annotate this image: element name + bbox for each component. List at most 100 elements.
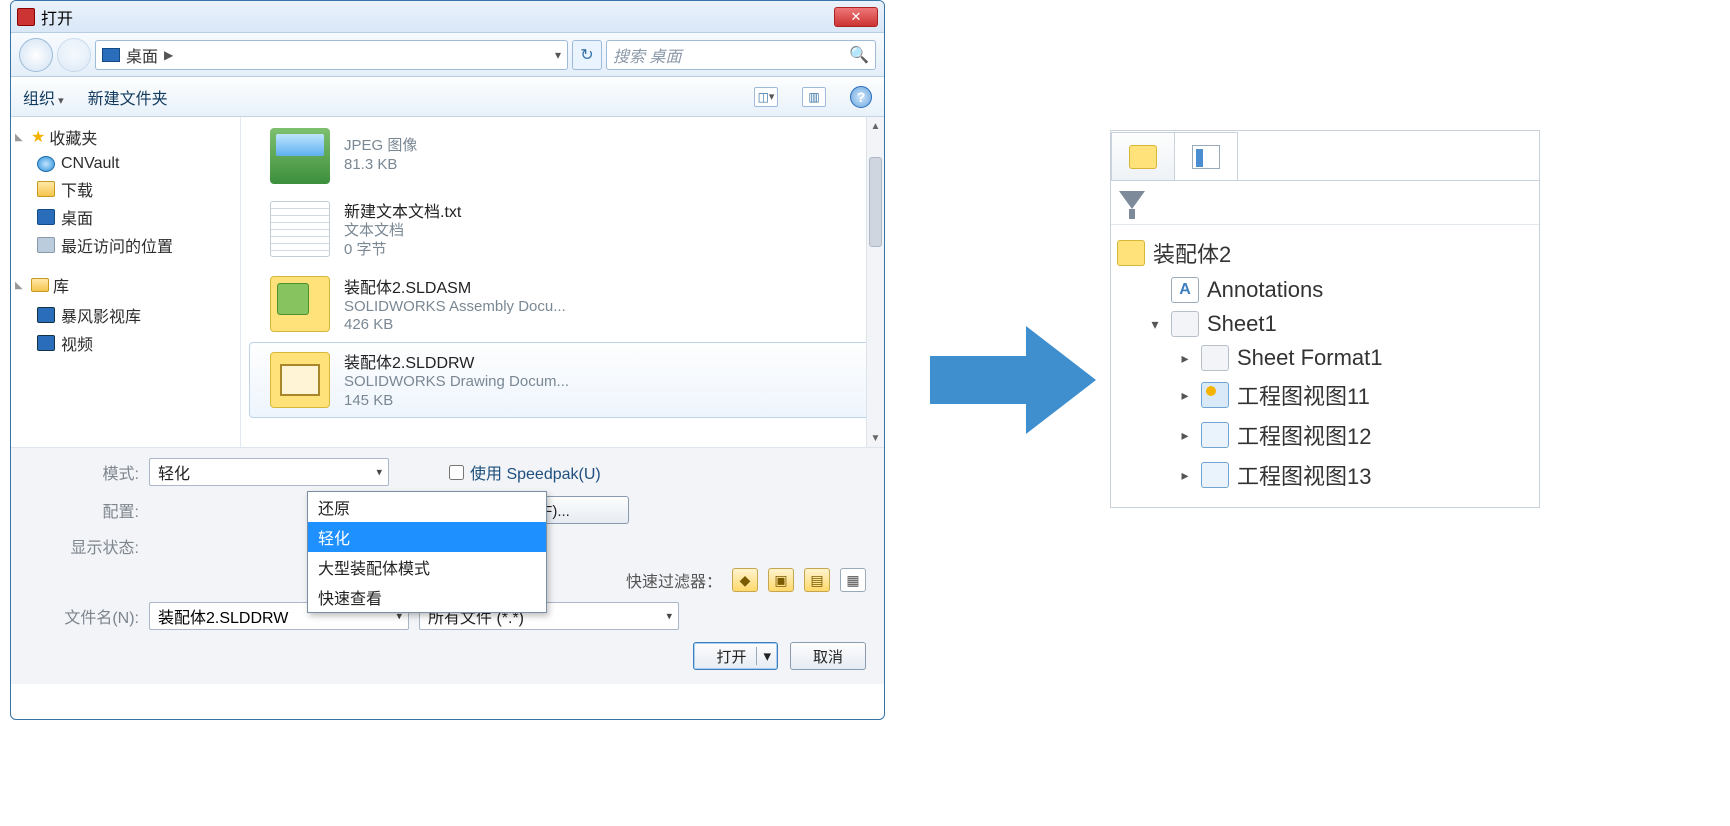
scroll-thumb[interactable] bbox=[869, 157, 882, 247]
filter-toplevel-icon[interactable]: ▦ bbox=[840, 568, 866, 592]
speedpak-checkbox-input[interactable] bbox=[449, 465, 464, 480]
filter-parts-icon[interactable]: ◆ bbox=[732, 568, 758, 592]
address-dropdown-icon[interactable]: ▾ bbox=[555, 48, 561, 62]
organize-menu[interactable]: 组织 bbox=[23, 85, 64, 109]
file-row-jpeg[interactable]: JPEG 图像 81.3 KB bbox=[249, 121, 876, 191]
file-row-sldasm[interactable]: 装配体2.SLDASM SOLIDWORKS Assembly Docu... … bbox=[249, 267, 876, 343]
tree-node-annotations[interactable]: Annotations bbox=[1117, 273, 1533, 307]
assembly-file-icon bbox=[270, 276, 330, 332]
drawing-file-icon bbox=[270, 352, 330, 408]
sidebar-libraries-header[interactable]: 库 bbox=[15, 273, 236, 297]
tree-filter-row[interactable] bbox=[1111, 181, 1539, 225]
nav-back-button[interactable] bbox=[19, 38, 53, 72]
drawing-tab-icon bbox=[1129, 145, 1157, 169]
dialog-title: 打开 bbox=[41, 5, 73, 29]
file-row-slddrw[interactable]: 装配体2.SLDDRW SOLIDWORKS Drawing Docum... … bbox=[249, 342, 876, 418]
drawing-view-icon bbox=[1201, 382, 1229, 408]
annotations-icon bbox=[1171, 277, 1199, 303]
text-file-icon bbox=[270, 201, 330, 257]
breadcrumb[interactable]: 桌面 bbox=[126, 43, 158, 67]
tab-feature-manager[interactable] bbox=[1111, 132, 1175, 180]
view-mode-button[interactable]: ◫ bbox=[754, 87, 778, 107]
quick-filter-label: 快速过滤器： bbox=[626, 568, 722, 592]
folder-icon bbox=[37, 181, 55, 197]
drawing-view-icon bbox=[1201, 422, 1229, 448]
new-folder-button[interactable]: 新建文件夹 bbox=[88, 85, 168, 109]
tree-tabs bbox=[1111, 131, 1539, 181]
sidebar-item-recent[interactable]: 最近访问的位置 bbox=[15, 231, 236, 259]
mode-option-large[interactable]: 大型装配体模式 bbox=[308, 552, 546, 582]
library-icon bbox=[31, 278, 49, 292]
sidebar-item-bfvideo[interactable]: 暴风影视库 bbox=[15, 301, 236, 329]
tab-property-manager[interactable] bbox=[1174, 132, 1238, 180]
drawing-root-icon bbox=[1117, 240, 1145, 266]
sidebar-item-desktop[interactable]: 桌面 bbox=[15, 203, 236, 231]
scroll-up-icon[interactable]: ▲ bbox=[867, 117, 884, 135]
sidebar-item-downloads[interactable]: 下载 bbox=[15, 175, 236, 203]
mode-option-light[interactable]: 轻化 bbox=[308, 522, 546, 552]
list-tab-icon bbox=[1192, 145, 1220, 169]
cancel-button[interactable]: 取消 bbox=[790, 642, 866, 670]
open-button[interactable]: 打开 ▾ bbox=[693, 642, 778, 670]
config-label: 配置: bbox=[29, 498, 139, 522]
filter-assemblies-icon[interactable]: ▣ bbox=[768, 568, 794, 592]
mode-option-quick[interactable]: 快速查看 bbox=[308, 582, 546, 612]
collapse-icon[interactable]: ▾ bbox=[1147, 316, 1163, 333]
open-file-dialog: 打开 ✕ 桌面 ▶ ▾ ↻ 搜索 桌面 🔍 组织 新建文件夹 ◫ ▥ ? bbox=[10, 0, 885, 720]
sidebar-item-videos[interactable]: 视频 bbox=[15, 329, 236, 357]
search-input[interactable]: 搜索 桌面 🔍 bbox=[606, 40, 876, 70]
tree-node-view11[interactable]: ▸ 工程图视图11 bbox=[1117, 375, 1533, 415]
help-button[interactable]: ? bbox=[850, 86, 872, 108]
titlebar[interactable]: 打开 ✕ bbox=[11, 1, 884, 33]
toolbar: 组织 新建文件夹 ◫ ▥ ? bbox=[11, 77, 884, 117]
expand-icon[interactable]: ▸ bbox=[1177, 427, 1193, 444]
dialog-body: ★ 收藏夹 CNVault 下载 桌面 最近访问的位置 库 暴风影视库 视频 bbox=[11, 117, 884, 447]
expand-icon[interactable]: ▸ bbox=[1177, 467, 1193, 484]
tree-node-sheet1[interactable]: ▾ Sheet1 bbox=[1117, 307, 1533, 341]
sidebar: ★ 收藏夹 CNVault 下载 桌面 最近访问的位置 库 暴风影视库 视频 bbox=[11, 117, 241, 447]
tree-node-view12[interactable]: ▸ 工程图视图12 bbox=[1117, 415, 1533, 455]
image-file-icon bbox=[270, 128, 330, 184]
sheet-format-icon bbox=[1201, 345, 1229, 371]
expand-icon[interactable]: ▸ bbox=[1177, 350, 1193, 367]
desktop-icon bbox=[102, 48, 120, 62]
mode-option-restore[interactable]: 还原 bbox=[308, 492, 546, 522]
file-list[interactable]: JPEG 图像 81.3 KB 新建文本文档.txt 文本文档 0 字节 装配体… bbox=[241, 117, 884, 447]
nav-forward-button[interactable] bbox=[57, 38, 91, 72]
scroll-down-icon[interactable]: ▼ bbox=[867, 429, 884, 447]
close-button[interactable]: ✕ bbox=[834, 7, 878, 27]
funnel-icon bbox=[1119, 191, 1145, 215]
chevron-right-icon[interactable]: ▶ bbox=[164, 48, 173, 62]
mode-combo[interactable]: 轻化 bbox=[149, 458, 389, 486]
open-dropdown-icon[interactable]: ▾ bbox=[763, 647, 771, 665]
drawing-view-icon bbox=[1201, 462, 1229, 488]
refresh-button[interactable]: ↻ bbox=[572, 40, 602, 70]
nav-row: 桌面 ▶ ▾ ↻ 搜索 桌面 🔍 bbox=[11, 33, 884, 77]
display-state-label: 显示状态: bbox=[29, 534, 139, 558]
filter-drawings-icon[interactable]: ▤ bbox=[804, 568, 830, 592]
expand-icon[interactable]: ▸ bbox=[1177, 387, 1193, 404]
desktop-icon bbox=[37, 209, 55, 225]
filename-label: 文件名(N): bbox=[29, 604, 139, 628]
star-icon: ★ bbox=[31, 127, 45, 147]
mode-label: 模式: bbox=[29, 460, 139, 484]
sidebar-item-cnvault[interactable]: CNVault bbox=[15, 153, 236, 175]
tree-node-view13[interactable]: ▸ 工程图视图13 bbox=[1117, 455, 1533, 495]
feature-tree-panel: 装配体2 Annotations ▾ Sheet1 ▸ Sheet Format… bbox=[1110, 130, 1540, 508]
recent-icon bbox=[37, 237, 55, 253]
file-list-scrollbar[interactable]: ▲ ▼ bbox=[866, 117, 884, 447]
search-icon: 🔍 bbox=[849, 45, 869, 65]
address-bar[interactable]: 桌面 ▶ ▾ bbox=[95, 40, 568, 70]
tree-root[interactable]: 装配体2 bbox=[1117, 233, 1533, 273]
search-placeholder: 搜索 桌面 bbox=[613, 43, 681, 67]
sidebar-favorites-header[interactable]: ★ 收藏夹 bbox=[15, 125, 236, 149]
tree-body: 装配体2 Annotations ▾ Sheet1 ▸ Sheet Format… bbox=[1111, 225, 1539, 507]
preview-pane-button[interactable]: ▥ bbox=[802, 87, 826, 107]
file-row-txt[interactable]: 新建文本文档.txt 文本文档 0 字节 bbox=[249, 191, 876, 267]
mode-dropdown-list[interactable]: 还原 轻化 大型装配体模式 快速查看 bbox=[307, 491, 547, 613]
flow-arrow-icon bbox=[930, 320, 1100, 440]
tree-node-sheet-format1[interactable]: ▸ Sheet Format1 bbox=[1117, 341, 1533, 375]
speedpak-checkbox[interactable]: 使用 Speedpak(U) bbox=[449, 460, 601, 484]
app-icon bbox=[17, 8, 35, 26]
globe-icon bbox=[37, 156, 55, 172]
